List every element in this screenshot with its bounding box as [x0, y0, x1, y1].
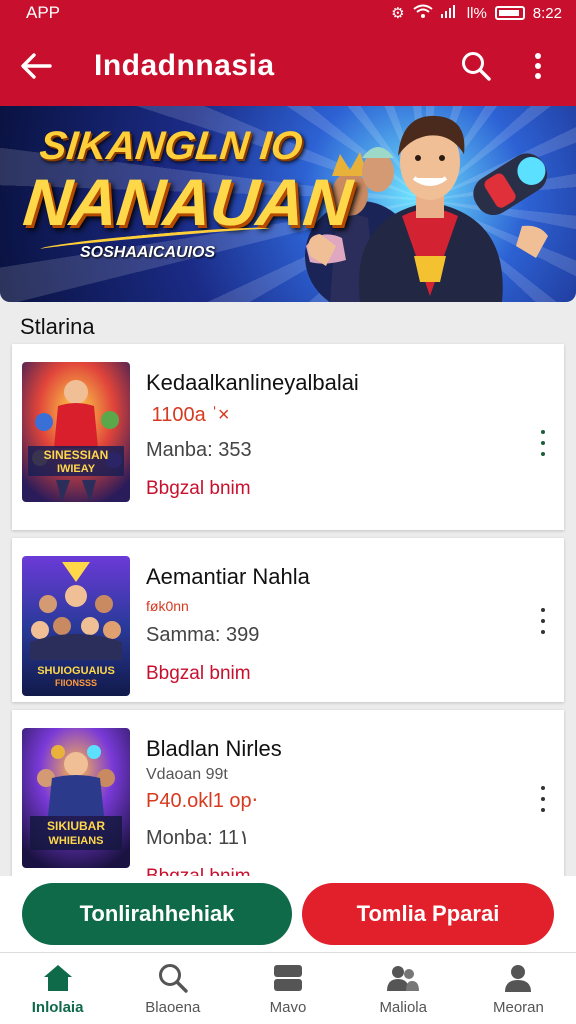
- promo-banner[interactable]: SIKANGLN IO NANAUAN SOSHAAICAUIOS: [0, 106, 576, 302]
- nav-item-folder[interactable]: Mavo: [230, 953, 345, 1024]
- section-title: Stlarina: [20, 314, 95, 339]
- settings-icon: ⚙: [391, 5, 405, 22]
- nav-item-home[interactable]: Inlolaia: [0, 953, 115, 1024]
- nav-label: Blaoena: [145, 999, 201, 1016]
- list-item-info: Aemantiar Nahla føk0nn Samma: 399 Bbgzal…: [146, 556, 554, 685]
- item-link[interactable]: Bbgzal bnim: [146, 478, 554, 500]
- wifi-icon: [413, 4, 433, 22]
- status-bar: APP ⚙ ll% 8:22: [0, 0, 576, 26]
- people-icon: [386, 961, 420, 995]
- item-meta: Monba: 11١: [146, 827, 250, 849]
- more-vert-icon[interactable]: [516, 44, 560, 88]
- battery-percent: ll%: [462, 4, 487, 22]
- game-cover-image: SINESSIAN IWIEAY: [22, 362, 130, 502]
- signal-icon: [440, 4, 455, 22]
- item-title: Aemantiar Nahla: [146, 564, 310, 589]
- app-bar: Indadnnasia: [0, 26, 576, 106]
- nav-item-people[interactable]: Maliola: [346, 953, 461, 1024]
- app-title: Indadnnasia: [94, 49, 275, 82]
- svg-text:WHIEIANS: WHIEIANS: [49, 835, 104, 847]
- game-list: SINESSIAN IWIEAY Kedaalkanlineyalbalai 1…: [12, 344, 564, 888]
- nav-label: Meoran: [492, 999, 544, 1016]
- item-title: Bladlan Nirles: [146, 736, 282, 761]
- nav-label: Inlolaia: [31, 999, 84, 1016]
- item-more-icon[interactable]: [536, 608, 550, 634]
- status-right: ⚙ ll% 8:22: [391, 4, 562, 23]
- item-more-icon[interactable]: [536, 430, 550, 456]
- nav-item-search[interactable]: Blaoena: [115, 953, 230, 1024]
- svg-text:SINESSIAN: SINESSIAN: [44, 448, 109, 462]
- search-icon[interactable]: [454, 44, 498, 88]
- item-price: 1100a ˈ×: [146, 404, 230, 426]
- item-subtitle: Vdaoan 99t: [146, 766, 228, 783]
- battery-icon: [494, 6, 525, 20]
- nav-label: Maliola: [379, 999, 427, 1016]
- list-item[interactable]: SINESSIAN IWIEAY Kedaalkanlineyalbalai 1…: [12, 344, 564, 530]
- svg-text:FIIONSSS: FIIONSSS: [55, 678, 97, 688]
- banner-title-line2: NANAUAN: [20, 165, 355, 239]
- home-icon: [41, 961, 75, 995]
- list-item[interactable]: SHUIOGUAIUS FIIONSSS Aemantiar Nahla føk…: [12, 538, 564, 702]
- folder-icon: [271, 961, 305, 995]
- item-title: Kedaalkanlineyalbalai: [146, 370, 359, 395]
- search-icon: [156, 961, 190, 995]
- item-price: P40.okl1 op‧: [146, 790, 258, 812]
- person-icon: [501, 961, 535, 995]
- list-item-info: Kedaalkanlineyalbalai 1100a ˈ× Manba: 35…: [146, 362, 554, 500]
- banner-title-line1: SIKANGLN IO: [37, 124, 305, 168]
- list-item[interactable]: SIKIUBAR WHIEIANS Bladlan Nirles Vdaoan …: [12, 710, 564, 887]
- item-meta: Samma: 399: [146, 624, 260, 646]
- game-cover-image: SIKIUBAR WHIEIANS: [22, 728, 130, 868]
- status-app-label: APP: [26, 3, 61, 22]
- primary-action-button[interactable]: Tonlirahhehiak: [22, 883, 292, 945]
- svg-text:SHUIOGUAIUS: SHUIOGUAIUS: [37, 665, 115, 677]
- item-meta: Manba: 353: [146, 439, 252, 461]
- nav-label: Mavo: [269, 999, 307, 1016]
- list-item-info: Bladlan Nirles Vdaoan 99t P40.okl1 op‧ M…: [146, 728, 554, 888]
- secondary-action-button[interactable]: Tomlia Pparai: [302, 883, 554, 945]
- bottom-actions: Tonlirahhehiak Tomlia Pparai: [0, 876, 576, 952]
- game-cover-image: SHUIOGUAIUS FIIONSSS: [22, 556, 130, 696]
- banner-subtitle: SOSHAAICAUIOS: [80, 244, 216, 261]
- item-link[interactable]: Bbgzal bnim: [146, 663, 554, 685]
- item-more-icon[interactable]: [536, 786, 550, 812]
- clock: 8:22: [532, 4, 562, 22]
- svg-text:SIKIUBAR: SIKIUBAR: [47, 819, 105, 833]
- item-price: føk0nn: [146, 598, 189, 614]
- nav-item-profile[interactable]: Meoran: [461, 953, 576, 1024]
- bottom-nav: Inlolaia Blaoena Mavo Maliola Meoran: [0, 952, 576, 1024]
- svg-text:IWIEAY: IWIEAY: [57, 463, 96, 475]
- back-arrow-icon[interactable]: [16, 46, 56, 86]
